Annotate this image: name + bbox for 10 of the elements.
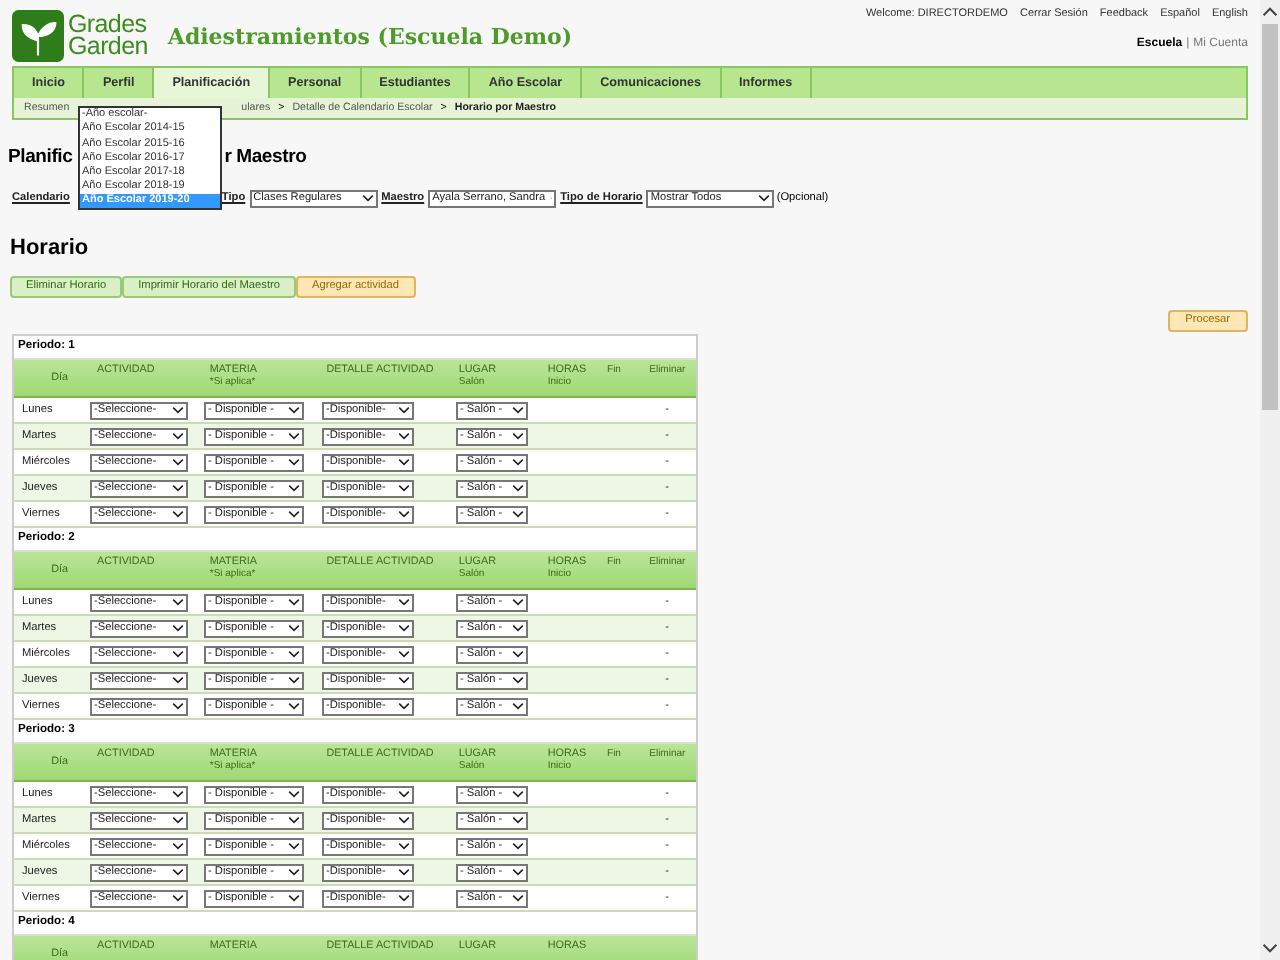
section-title: Horario: [10, 236, 91, 262]
logo-text: Grades Garden: [68, 14, 148, 58]
page-title: Planific: [8, 146, 73, 172]
page-title: r Maestro: [224, 146, 307, 172]
school-title: Adiestramientos (Escuela Demo): [167, 24, 573, 50]
scroll-down-icon: [1262, 942, 1278, 954]
scrollbar[interactable]: [1260, 0, 1280, 960]
scroll-up-icon: [1262, 6, 1278, 18]
sprout-logo-icon: [12, 10, 64, 62]
scroll-thumb[interactable]: [1262, 24, 1278, 410]
